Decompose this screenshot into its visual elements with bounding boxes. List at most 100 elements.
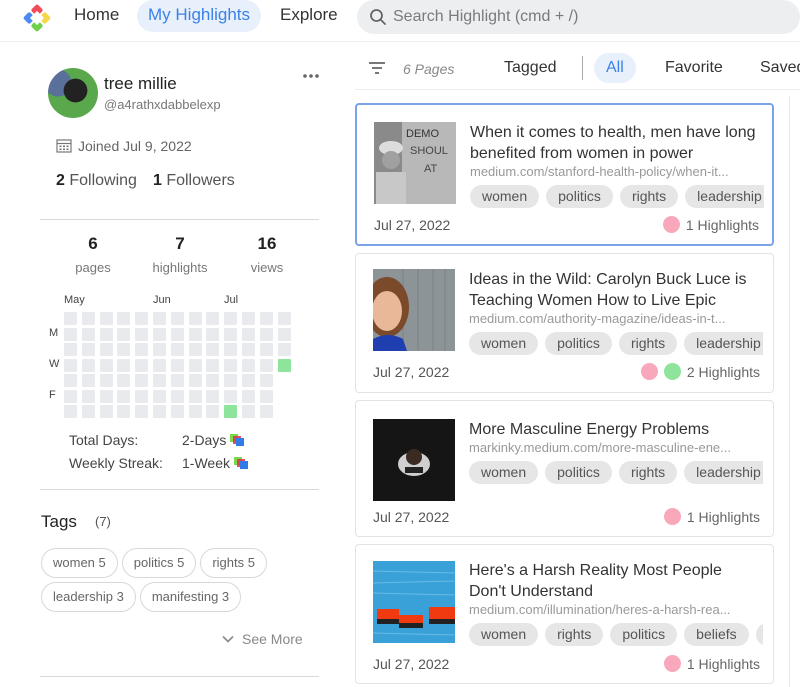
card-tag[interactable]: politics: [610, 623, 678, 646]
tag-chip[interactable]: leadership 3: [41, 582, 136, 612]
activity-cell[interactable]: [224, 405, 238, 418]
activity-cell[interactable]: [242, 405, 255, 418]
activity-cell[interactable]: [153, 405, 166, 418]
activity-cell[interactable]: [170, 343, 184, 356]
activity-cell[interactable]: [64, 312, 77, 325]
activity-cell[interactable]: [170, 389, 184, 403]
tab-tagged[interactable]: Tagged: [492, 53, 569, 83]
card-tag[interactable]: women: [469, 461, 539, 484]
activity-cell[interactable]: [81, 358, 95, 372]
activity-cell[interactable]: [99, 374, 113, 387]
activity-cell[interactable]: [135, 343, 149, 356]
activity-cell[interactable]: [188, 312, 202, 325]
activity-cell[interactable]: [242, 312, 255, 325]
activity-cell[interactable]: [81, 327, 95, 341]
activity-cell[interactable]: [188, 358, 202, 372]
activity-cell[interactable]: [224, 358, 238, 372]
activity-cell[interactable]: [242, 327, 255, 341]
activity-cell[interactable]: [81, 343, 95, 356]
activity-cell[interactable]: [117, 327, 131, 341]
activity-cell[interactable]: [170, 327, 184, 341]
activity-cell[interactable]: [224, 389, 238, 403]
card-tag[interactable]: women: [469, 623, 539, 646]
activity-cell[interactable]: [170, 374, 184, 387]
card-tag[interactable]: leadership: [684, 332, 763, 355]
activity-cell[interactable]: [188, 327, 202, 341]
activity-cell[interactable]: [153, 312, 166, 325]
card-tag[interactable]: leadership: [685, 185, 764, 208]
activity-cell[interactable]: [206, 343, 220, 356]
app-logo-icon[interactable]: [20, 3, 54, 33]
activity-cell[interactable]: [259, 405, 273, 418]
card-tag[interactable]: rights: [545, 623, 604, 646]
activity-cell[interactable]: [99, 312, 113, 325]
card-tag[interactable]: women: [470, 185, 540, 208]
tab-favorite[interactable]: Favorite: [653, 53, 735, 83]
activity-cell[interactable]: [81, 389, 95, 403]
card-tag[interactable]: women: [469, 332, 539, 355]
following-link[interactable]: 2 Following: [56, 172, 137, 189]
activity-cell[interactable]: [206, 389, 220, 403]
activity-cell[interactable]: [259, 374, 273, 387]
activity-cell[interactable]: [153, 389, 166, 403]
activity-cell[interactable]: [188, 343, 202, 356]
activity-cell[interactable]: [259, 358, 273, 372]
tag-chip[interactable]: manifesting 3: [139, 582, 242, 612]
activity-cell[interactable]: [224, 374, 238, 387]
card-tag[interactable]: rights: [618, 461, 678, 484]
page-card[interactable]: DEMO SHOUL AT When it comes to health, m…: [355, 103, 774, 246]
followers-link[interactable]: 1 Followers: [153, 172, 235, 189]
activity-cell[interactable]: [117, 374, 131, 387]
card-tag[interactable]: m: [755, 623, 763, 646]
activity-cell[interactable]: [153, 374, 166, 387]
activity-cell[interactable]: [224, 312, 238, 325]
activity-cell[interactable]: [64, 374, 77, 387]
activity-cell[interactable]: [259, 343, 273, 356]
tag-chip[interactable]: rights 5: [200, 548, 267, 578]
nav-my-highlights[interactable]: My Highlights: [137, 0, 262, 32]
search-box[interactable]: [357, 0, 800, 34]
nav-home[interactable]: Home: [63, 0, 130, 32]
activity-cell[interactable]: [277, 312, 291, 325]
activity-cell[interactable]: [242, 358, 255, 372]
activity-cell[interactable]: [206, 374, 220, 387]
page-card[interactable]: Here's a Harsh Reality Most People Don't…: [355, 544, 774, 684]
card-tag[interactable]: rights: [619, 185, 679, 208]
activity-cell[interactable]: [117, 343, 131, 356]
activity-cell[interactable]: [81, 405, 95, 418]
activity-cell[interactable]: [188, 374, 202, 387]
activity-cell[interactable]: [135, 312, 149, 325]
card-tag[interactable]: rights: [618, 332, 678, 355]
activity-cell[interactable]: [117, 389, 131, 403]
card-title[interactable]: Here's a Harsh Reality Most People Don't…: [469, 560, 759, 602]
card-tag[interactable]: politics: [545, 332, 612, 355]
activity-cell[interactable]: [206, 405, 220, 418]
activity-cell[interactable]: [242, 374, 255, 387]
card-tag[interactable]: politics: [546, 185, 613, 208]
activity-cell[interactable]: [277, 327, 291, 341]
activity-cell[interactable]: [170, 312, 184, 325]
card-tag[interactable]: leadership: [684, 461, 763, 484]
activity-cell[interactable]: [81, 312, 95, 325]
activity-cell[interactable]: [99, 358, 113, 372]
activity-cell[interactable]: [259, 389, 273, 403]
activity-cell[interactable]: [135, 327, 149, 341]
activity-cell[interactable]: [224, 327, 238, 341]
activity-cell[interactable]: [224, 343, 238, 356]
card-tag[interactable]: beliefs: [684, 623, 749, 646]
tag-chip[interactable]: women 5: [41, 548, 118, 578]
card-title[interactable]: More Masculine Energy Problems: [469, 419, 759, 440]
activity-cell[interactable]: [153, 358, 166, 372]
page-card[interactable]: Ideas in the Wild: Carolyn Buck Luce is …: [355, 253, 774, 393]
activity-cell[interactable]: [81, 374, 95, 387]
activity-cell[interactable]: [99, 405, 113, 418]
card-title[interactable]: Ideas in the Wild: Carolyn Buck Luce is …: [469, 269, 759, 311]
activity-cell[interactable]: [242, 343, 255, 356]
activity-cell[interactable]: [64, 358, 77, 372]
activity-cell[interactable]: [99, 389, 113, 403]
more-options-button[interactable]: [302, 66, 320, 84]
tab-saved[interactable]: Saved: [748, 53, 800, 83]
tab-all[interactable]: All: [594, 53, 636, 83]
activity-cell[interactable]: [153, 343, 166, 356]
tag-chip[interactable]: politics 5: [121, 548, 197, 578]
